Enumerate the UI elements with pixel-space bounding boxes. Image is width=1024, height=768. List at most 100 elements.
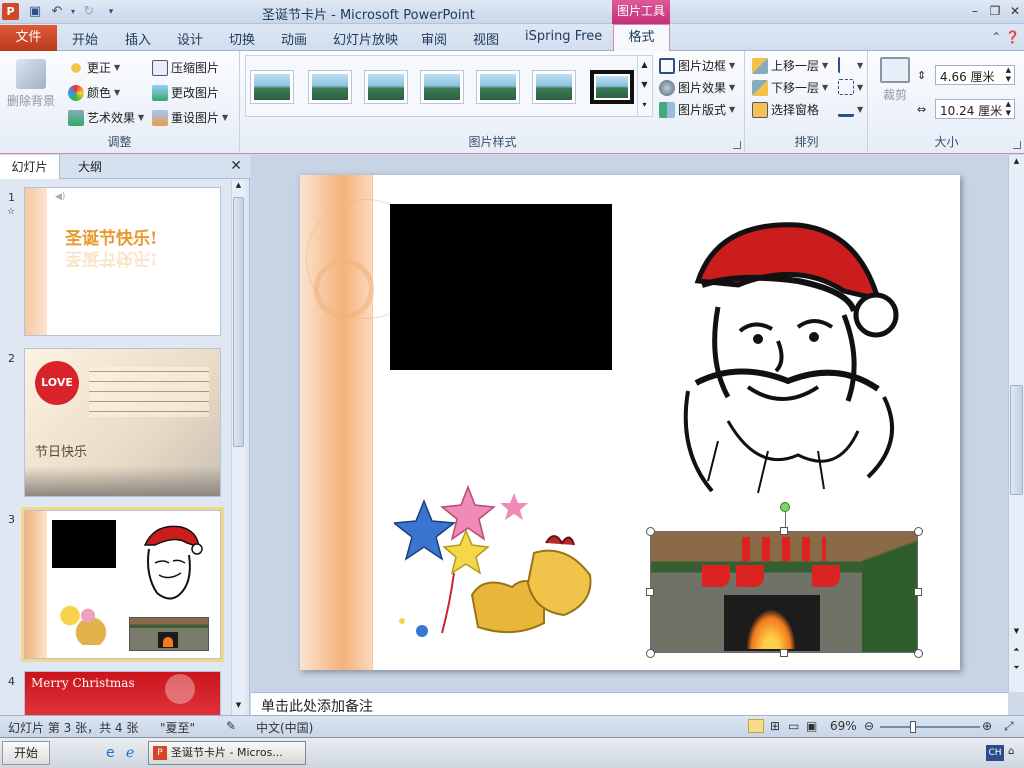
next-slide-icon[interactable]: ⏷ bbox=[1009, 663, 1024, 673]
tab-slides[interactable]: 幻灯片 bbox=[0, 155, 60, 179]
shape-width-field[interactable]: 10.24 厘米 ▲ ▼ bbox=[935, 99, 1015, 119]
resize-handle-tm[interactable] bbox=[780, 527, 788, 535]
group-size: 裁剪 ⇕ 4.66 厘米 ▲ ▼ ⇔ 10.24 厘米 ▲ ▼ 大小 bbox=[869, 51, 1024, 152]
color-button[interactable]: 颜色 ▼ bbox=[68, 84, 120, 101]
input-language-indicator[interactable]: CH bbox=[986, 745, 1004, 761]
fit-to-window-icon[interactable]: ⤢ bbox=[1004, 719, 1014, 734]
rotate-icon bbox=[838, 101, 854, 117]
slide-thumbnail-4[interactable]: Merry Christmas bbox=[24, 671, 221, 715]
selection-pane-button[interactable]: 选择窗格 bbox=[752, 101, 819, 118]
scroll-up-icon[interactable]: ▲ bbox=[232, 181, 245, 195]
bring-forward-button[interactable]: 上移一层 ▼ bbox=[752, 57, 828, 74]
zoom-out-icon[interactable]: ⊖ bbox=[864, 719, 874, 733]
resize-handle-bl[interactable] bbox=[646, 649, 655, 658]
crop-button[interactable]: 裁剪 bbox=[875, 57, 915, 103]
slideshow-icon[interactable]: ▣ bbox=[806, 719, 817, 733]
black-rectangle-shape[interactable] bbox=[390, 204, 612, 370]
zoom-level[interactable]: 69% bbox=[830, 719, 857, 733]
tray-icon[interactable]: ⌂ bbox=[1008, 746, 1014, 757]
resize-handle-tl[interactable] bbox=[646, 527, 655, 536]
resize-handle-br[interactable] bbox=[914, 649, 923, 658]
remove-background-button[interactable]: 删除背景 bbox=[6, 59, 56, 109]
language[interactable]: 中文(中国) bbox=[256, 719, 313, 736]
picture-style-5[interactable] bbox=[476, 70, 520, 104]
zoom-slider[interactable] bbox=[880, 721, 980, 733]
group-objects-button[interactable]: ▼ bbox=[838, 79, 863, 95]
picture-style-4[interactable] bbox=[420, 70, 464, 104]
picture-style-6[interactable] bbox=[532, 70, 576, 104]
ie-icon[interactable]: e bbox=[106, 745, 115, 761]
picture-layout-button[interactable]: 图片版式 ▼ bbox=[659, 101, 735, 118]
slides-panel-scrollbar[interactable]: ▲ ▼ bbox=[231, 181, 245, 715]
tab-format[interactable]: 格式 bbox=[613, 24, 670, 52]
current-slide[interactable] bbox=[300, 175, 960, 670]
close-panel-icon[interactable]: ✕ bbox=[230, 158, 242, 174]
align-button[interactable]: ▼ bbox=[838, 57, 863, 73]
picture-style-1[interactable] bbox=[250, 70, 294, 104]
gallery-scroll[interactable]: ▲ ▼ ▾ bbox=[637, 55, 651, 117]
tab-transitions[interactable]: 切换 bbox=[229, 29, 255, 48]
picture-style-2[interactable] bbox=[308, 70, 352, 104]
tab-ispring[interactable]: iSpring Free bbox=[525, 29, 602, 44]
slide-thumbnail-1[interactable]: ◀) 圣诞节快乐! 圣诞节快乐! bbox=[24, 187, 221, 336]
minimize-icon[interactable]: – bbox=[966, 2, 984, 20]
scroll-thumb[interactable] bbox=[1010, 385, 1023, 495]
compress-pictures-button[interactable]: 压缩图片 bbox=[152, 59, 219, 76]
tab-review[interactable]: 审阅 bbox=[421, 29, 447, 48]
tab-design[interactable]: 设计 bbox=[177, 29, 203, 48]
normal-view-icon[interactable] bbox=[748, 719, 764, 733]
resize-handle-ml[interactable] bbox=[646, 588, 654, 596]
reset-picture-button[interactable]: 重设图片 ▼ bbox=[152, 109, 228, 126]
rotation-handle[interactable] bbox=[780, 502, 790, 512]
redo-icon[interactable]: ↻ bbox=[80, 3, 98, 21]
reading-view-icon[interactable]: ▭ bbox=[788, 719, 799, 733]
picture-style-7[interactable] bbox=[590, 70, 634, 104]
slide-thumbnail-3[interactable] bbox=[21, 507, 224, 662]
help-icon[interactable]: ⌃ ❓ bbox=[991, 30, 1020, 44]
tab-slideshow[interactable]: 幻灯片放映 bbox=[333, 29, 398, 48]
resize-handle-mr[interactable] bbox=[914, 588, 922, 596]
customize-qat-icon[interactable]: ▾ bbox=[102, 3, 120, 21]
artistic-effects-button[interactable]: 艺术效果 ▼ bbox=[68, 109, 144, 126]
resize-handle-bm[interactable] bbox=[780, 649, 788, 657]
scroll-up-icon[interactable]: ▲ bbox=[1009, 157, 1024, 165]
scroll-down-icon[interactable]: ▼ bbox=[232, 701, 245, 715]
theme-name[interactable]: "夏至" bbox=[160, 719, 195, 736]
santa-sketch-image[interactable] bbox=[648, 211, 922, 497]
scroll-thumb[interactable] bbox=[233, 197, 244, 447]
slide-sorter-icon[interactable]: ⊞ bbox=[770, 719, 780, 733]
powerpoint-app-icon[interactable]: P bbox=[2, 3, 19, 20]
browser-icon[interactable]: ℯ bbox=[126, 745, 134, 761]
notes-pane[interactable]: 单击此处添加备注 bbox=[251, 692, 1008, 715]
size-dialog-launcher-icon[interactable] bbox=[1013, 141, 1021, 149]
rotate-button[interactable]: ▼ bbox=[838, 101, 863, 117]
tab-animations[interactable]: 动画 bbox=[281, 29, 307, 48]
stars-gift-box-image[interactable] bbox=[394, 483, 606, 643]
change-picture-button[interactable]: 更改图片 bbox=[152, 84, 219, 101]
start-button[interactable]: 开始 bbox=[2, 741, 50, 765]
save-icon[interactable]: ▣ bbox=[26, 3, 44, 21]
zoom-in-icon[interactable]: ⊕ bbox=[982, 719, 992, 733]
scroll-down-icon[interactable]: ▼ bbox=[1009, 627, 1024, 635]
resize-handle-tr[interactable] bbox=[914, 527, 923, 536]
shape-height-field[interactable]: 4.66 厘米 ▲ ▼ bbox=[935, 65, 1015, 85]
tab-outline[interactable]: 大纲 bbox=[60, 155, 120, 179]
restore-icon[interactable]: ❐ bbox=[986, 2, 1004, 20]
tab-insert[interactable]: 插入 bbox=[125, 29, 151, 48]
picture-effects-button[interactable]: 图片效果 ▼ bbox=[659, 79, 735, 96]
tab-home[interactable]: 开始 bbox=[72, 29, 98, 48]
picture-style-3[interactable] bbox=[364, 70, 408, 104]
zoom-slider-thumb[interactable] bbox=[910, 721, 916, 733]
corrections-button[interactable]: 更正 ▼ bbox=[68, 59, 120, 76]
previous-slide-icon[interactable]: ⏶ bbox=[1009, 645, 1024, 655]
taskbar-powerpoint-window[interactable]: P 圣诞节卡片 - Micros... bbox=[148, 741, 306, 765]
tab-file[interactable]: 文件 bbox=[0, 25, 57, 51]
picture-border-button[interactable]: 图片边框 ▼ bbox=[659, 57, 735, 74]
spell-check-icon[interactable]: ✎ bbox=[226, 719, 236, 733]
slide-thumbnail-2[interactable]: LOVE 节日快乐 bbox=[24, 348, 221, 497]
tab-view[interactable]: 视图 bbox=[473, 29, 499, 48]
send-backward-button[interactable]: 下移一层 ▼ bbox=[752, 79, 828, 96]
editor-scrollbar[interactable]: ▲ ▼ ⏶ ⏷ bbox=[1008, 155, 1024, 692]
close-icon[interactable]: ✕ bbox=[1006, 2, 1024, 20]
dialog-launcher-icon[interactable] bbox=[733, 141, 741, 149]
